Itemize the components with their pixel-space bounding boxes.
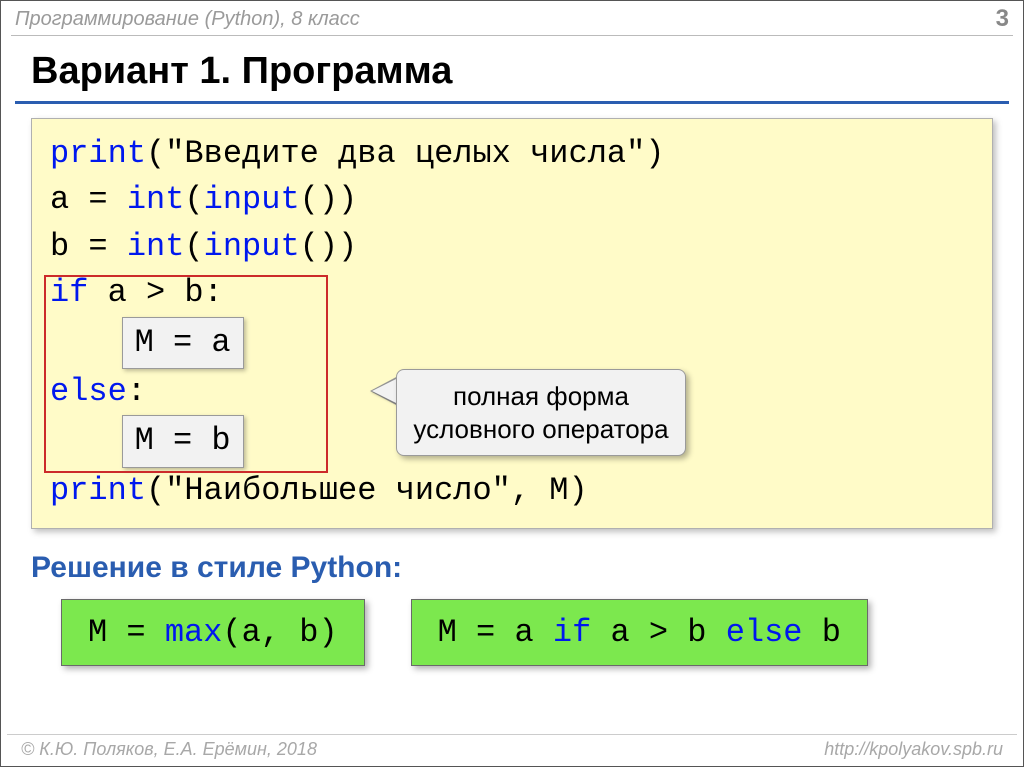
- breadcrumb: Программирование (Python), 8 класс: [15, 8, 360, 31]
- keyword-input: input: [204, 181, 300, 218]
- keyword-input: input: [204, 228, 300, 265]
- callout-box: полная форма условного оператора: [396, 369, 686, 456]
- code-line-3: b = int(input()): [50, 224, 974, 270]
- code-line-4: if a > b:: [50, 270, 974, 316]
- pythonic-row: M = max(a, b) M = a if a > b else b: [61, 599, 963, 666]
- keyword-print: print: [50, 472, 146, 509]
- keyword-print: print: [50, 135, 146, 172]
- code-line-2: a = int(input()): [50, 177, 974, 223]
- footer-url: http://kpolyakov.spb.ru: [824, 739, 1003, 760]
- header-rule: [11, 35, 1013, 36]
- copyright: © К.Ю. Поляков, Е.А. Ерёмин, 2018: [21, 739, 317, 760]
- assign-box-a: M = a: [122, 317, 244, 369]
- title-underline: [15, 101, 1009, 104]
- code-line-8: print("Наибольшее число", M): [50, 468, 974, 514]
- code-line-1: print("Введите два целых числа"): [50, 131, 974, 177]
- slide: Программирование (Python), 8 класс 3 Вар…: [0, 0, 1024, 767]
- green-box-ternary: M = a if a > b else b: [411, 599, 868, 666]
- green-box-max: M = max(a, b): [61, 599, 365, 666]
- footer-bar: © К.Ю. Поляков, Е.А. Ерёмин, 2018 http:/…: [7, 734, 1017, 760]
- keyword-if: if: [50, 274, 88, 311]
- page-number: 3: [996, 5, 1009, 33]
- slide-title: Вариант 1. Программа: [1, 44, 1023, 101]
- keyword-int: int: [127, 181, 185, 218]
- code-block: print("Введите два целых числа") a = int…: [31, 118, 993, 529]
- code-line-5: M = a: [50, 317, 974, 369]
- keyword-else: else: [50, 373, 127, 410]
- keyword-else: else: [726, 614, 803, 651]
- subheading: Решение в стиле Python:: [31, 551, 993, 585]
- keyword-int: int: [127, 228, 185, 265]
- keyword-max: max: [165, 614, 223, 651]
- keyword-if: if: [553, 614, 591, 651]
- assign-box-b: M = b: [122, 415, 244, 467]
- header-bar: Программирование (Python), 8 класс 3: [1, 1, 1023, 35]
